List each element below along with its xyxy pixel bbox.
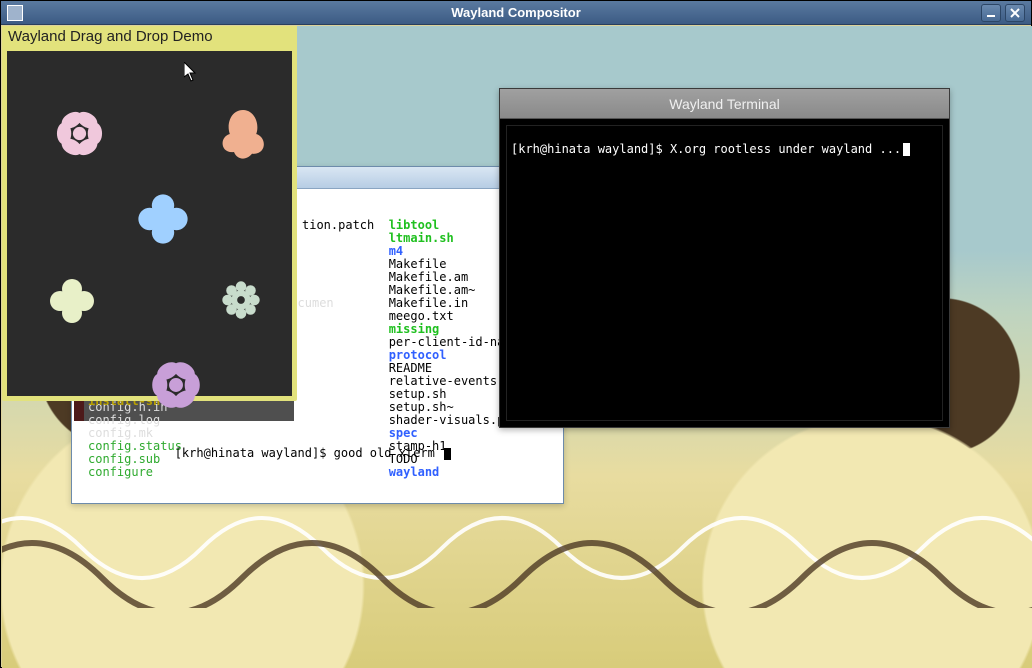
- draggable-flower[interactable]: [147, 356, 205, 414]
- app-icon: [7, 5, 23, 21]
- draggable-flower[interactable]: [135, 191, 191, 247]
- dnd-title[interactable]: Wayland Drag and Drop Demo: [2, 26, 297, 51]
- draggable-flower[interactable]: [213, 101, 273, 161]
- wayland-terminal-window[interactable]: Wayland Terminal [krh@hinata wayland]$ X…: [499, 88, 950, 428]
- wayland-terminal-titlebar[interactable]: Wayland Terminal: [500, 89, 949, 119]
- wl-line: X.org rootless under wayland ...: [670, 142, 901, 156]
- xterm-cursor: [444, 448, 451, 460]
- draggable-flower[interactable]: [52, 106, 107, 161]
- window-controls: [981, 4, 1031, 22]
- titlebar[interactable]: Wayland Compositor: [1, 1, 1031, 25]
- minimize-button[interactable]: [981, 4, 1001, 22]
- dnd-window[interactable]: Wayland Drag and Drop Demo: [2, 26, 297, 401]
- close-button[interactable]: [1005, 4, 1025, 22]
- desktop[interactable]: krh@hinata:~/src/wayland: [2, 26, 1032, 668]
- dnd-canvas[interactable]: [7, 51, 292, 396]
- draggable-flower[interactable]: [217, 276, 265, 324]
- wl-prompt: [krh@hinata wayland]$: [511, 142, 670, 156]
- wayland-terminal-body[interactable]: [krh@hinata wayland]$ X.org rootless und…: [506, 125, 943, 421]
- app-window: Wayland Compositor krh@hinata:~/src/wayl…: [0, 0, 1032, 668]
- wayland-terminal-title: Wayland Terminal: [669, 96, 780, 112]
- xterm-command: good old xterm: [334, 446, 442, 460]
- window-title: Wayland Compositor: [1, 5, 1031, 20]
- wl-cursor: [903, 143, 910, 156]
- draggable-flower[interactable]: [47, 276, 97, 326]
- xterm-prompt: [krh@hinata wayland]$: [175, 446, 334, 460]
